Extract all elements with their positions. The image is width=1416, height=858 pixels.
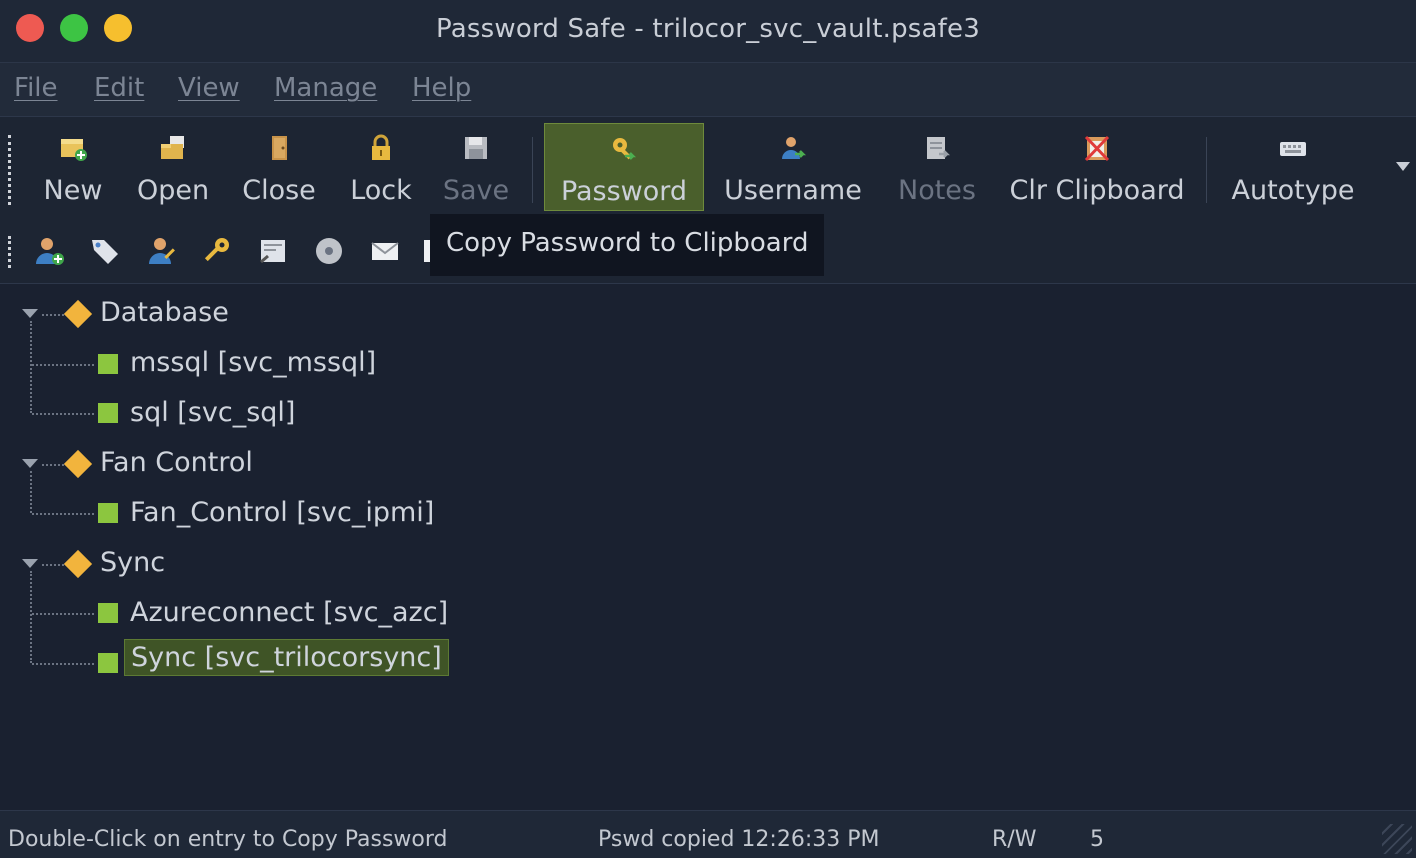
lock-label: Lock	[350, 175, 412, 206]
menu-view[interactable]: View	[178, 73, 240, 103]
tooltip: Copy Password to Clipboard	[430, 214, 824, 276]
tree-connector	[32, 663, 94, 665]
open-label: Open	[136, 175, 210, 206]
toolbar-grip[interactable]	[8, 236, 12, 268]
entry-sql[interactable]: sql [svc_sql]	[130, 397, 295, 428]
group-icon	[63, 449, 93, 479]
status-bar: Double-Click on entry to Copy Password P…	[0, 810, 1416, 858]
entry-icon	[98, 503, 118, 523]
email-icon[interactable]	[368, 234, 402, 268]
title-bar: Password Safe - trilocor_svc_vault.psafe…	[0, 0, 1416, 62]
clr-clipboard-label: Clr Clipboard	[1009, 175, 1185, 206]
entry-icon	[98, 403, 118, 423]
expand-toggle-icon[interactable]	[22, 559, 38, 568]
status-entry-count: 5	[1090, 827, 1104, 852]
open-folder-icon	[161, 136, 184, 159]
new-button[interactable]: New	[30, 123, 116, 211]
add-entry-icon[interactable]	[32, 234, 66, 268]
password-label: Password	[560, 176, 688, 207]
close-door-icon	[272, 136, 287, 160]
status-message: Pswd copied 12:26:33 PM	[598, 827, 880, 852]
tree-connector	[32, 613, 94, 615]
entry-mssql[interactable]: mssql [svc_mssql]	[130, 347, 376, 378]
status-mode: R/W	[992, 827, 1037, 852]
tree-connector	[32, 413, 94, 415]
copy-notes-button[interactable]: Notes	[892, 123, 982, 211]
username-label: Username	[724, 175, 862, 206]
lock-button[interactable]: Lock	[340, 123, 422, 211]
edit-entry-icon[interactable]	[144, 234, 178, 268]
clear-clipboard-button[interactable]: Clr Clipboard	[1004, 123, 1190, 211]
save-label: Save	[442, 175, 510, 206]
tree-connector	[30, 471, 32, 513]
toolbar-separator	[532, 137, 533, 203]
resize-grip[interactable]	[1382, 824, 1412, 854]
entry-icon	[98, 653, 118, 673]
group-sync[interactable]: Sync	[100, 547, 165, 578]
tree-connector	[32, 364, 94, 366]
disc-icon[interactable]	[312, 234, 346, 268]
tree-connector	[42, 564, 64, 566]
copy-password-button[interactable]: Password	[544, 123, 704, 211]
notes-copy-icon	[927, 137, 951, 159]
tree-connector	[30, 571, 32, 663]
floppy-disk-icon	[465, 137, 487, 159]
user-copy-icon	[782, 137, 807, 159]
save-button[interactable]: Save	[436, 123, 516, 211]
new-label: New	[43, 175, 103, 206]
close-label: Close	[242, 175, 316, 206]
copy-username-button[interactable]: Username	[716, 123, 870, 211]
main-toolbar: New Open Close Lock Save Password Userna…	[0, 116, 1416, 218]
autotype-label: Autotype	[1231, 175, 1355, 206]
entry-azureconnect[interactable]: Azureconnect [svc_azc]	[130, 597, 448, 628]
tree-connector	[32, 513, 94, 515]
expand-toggle-icon[interactable]	[22, 309, 38, 318]
window-title: Password Safe - trilocor_svc_vault.psafe…	[436, 14, 980, 44]
close-button[interactable]: Close	[234, 123, 324, 211]
tree-connector	[30, 321, 32, 413]
tree-connector	[42, 464, 64, 466]
entry-tree: Database mssql [svc_mssql] sql [svc_sql]…	[0, 285, 1416, 810]
entry-fan-control[interactable]: Fan_Control [svc_ipmi]	[130, 497, 434, 528]
autotype-button[interactable]: Autotype	[1222, 123, 1364, 211]
menu-help[interactable]: Help	[412, 73, 471, 103]
group-icon	[63, 549, 93, 579]
menu-edit[interactable]: Edit	[94, 73, 144, 103]
group-database[interactable]: Database	[100, 297, 229, 328]
entry-icon	[98, 603, 118, 623]
tree-connector	[42, 314, 64, 316]
view-entry-icon[interactable]	[256, 234, 290, 268]
key-copy-icon	[613, 138, 637, 160]
new-database-icon	[61, 139, 87, 161]
toolbar-separator	[1206, 137, 1207, 203]
notes-label: Notes	[898, 175, 976, 206]
menu-file[interactable]: File	[14, 73, 58, 103]
toolbar-grip[interactable]	[8, 135, 12, 205]
tag-icon[interactable]	[88, 234, 122, 268]
group-fan-control[interactable]: Fan Control	[100, 447, 253, 478]
status-hint: Double-Click on entry to Copy Password	[8, 827, 448, 852]
menu-manage[interactable]: Manage	[274, 73, 377, 103]
expand-toggle-icon[interactable]	[22, 459, 38, 468]
toolbar-overflow-chevron-icon[interactable]	[1396, 162, 1410, 171]
clear-clipboard-icon	[1084, 135, 1110, 162]
open-button[interactable]: Open	[128, 123, 218, 211]
menu-bar: File Edit View Manage Help	[0, 62, 1416, 116]
key-icon[interactable]	[200, 234, 234, 268]
padlock-icon	[372, 134, 390, 160]
entry-icon	[98, 354, 118, 374]
group-icon	[63, 299, 93, 329]
entry-sync-selected[interactable]: Sync [svc_trilocorsync]	[124, 639, 449, 676]
keyboard-icon	[1280, 142, 1306, 156]
